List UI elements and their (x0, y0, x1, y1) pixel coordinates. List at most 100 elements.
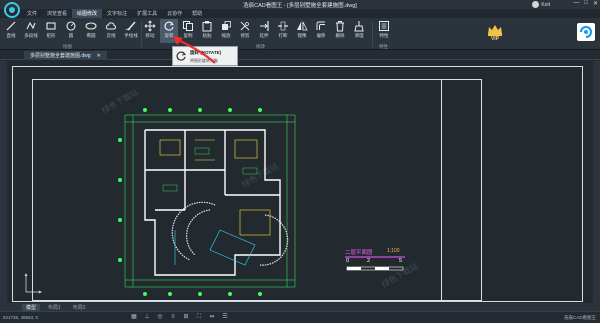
circle-icon (66, 21, 76, 31)
layout-tabs: 模型 布局1 布局2 (0, 303, 600, 311)
purge-icon (354, 21, 364, 32)
polyline-label: 多段线 (24, 33, 38, 38)
extend-tool-button[interactable]: 延伸 (255, 19, 273, 43)
trim-tool-button[interactable]: 修剪 (236, 19, 254, 43)
minimize-button[interactable]: — (573, 0, 579, 7)
plan-scale: 1:100 (387, 248, 400, 254)
rotate-tool-button[interactable]: 旋转 (160, 19, 178, 43)
ortho-icon[interactable]: ⊥ (143, 314, 151, 321)
tab-view[interactable]: 浏览查看 (42, 9, 72, 18)
rotate-icon (176, 51, 186, 61)
cloud-label: 云线 (106, 33, 116, 38)
fullscreen-icon[interactable]: ⛶ (195, 314, 203, 321)
lineweight-icon[interactable]: ≡ (169, 314, 177, 321)
maximize-button[interactable]: □ (584, 0, 588, 7)
app-logo-icon[interactable] (3, 1, 21, 19)
scale-tick: 0 (346, 258, 350, 264)
tab-help[interactable]: 帮助 (187, 9, 207, 18)
rotate-tooltip: 旋转 (ROTATE) 将图形旋转对象 (172, 46, 238, 66)
close-icon[interactable]: ✕ (97, 53, 101, 59)
user-account[interactable]: Keit (532, 0, 550, 9)
walls (144, 129, 281, 276)
extend-icon (260, 21, 269, 31)
extend-label: 延伸 (259, 33, 269, 38)
right-panel-strip (593, 61, 600, 303)
yellow-walls (159, 139, 271, 236)
circle-label: 圆 (68, 33, 74, 38)
tab-draw-modify[interactable]: 绘图修改 (72, 9, 103, 18)
close-button[interactable]: ✕ (593, 0, 598, 7)
title-bar: 浩辰CAD看图王 - [多层别墅施全套建施图.dwg] Keit — □ ✕ (0, 0, 600, 9)
move-label: 移动 (145, 33, 155, 38)
delete-icon (336, 21, 344, 32)
object-snap-icon[interactable]: ◎ (156, 314, 164, 321)
tab-file[interactable]: 文件 (22, 9, 42, 18)
delete-tool-button[interactable]: 删除 (331, 19, 349, 43)
rectangle-label: 矩形 (46, 33, 56, 38)
scale-tick: 5 (399, 258, 403, 264)
copy-tool-button[interactable]: 复制 (179, 19, 197, 43)
floor-plan-drawing (118, 108, 296, 296)
tab-text-annotate[interactable]: 文字标注 (102, 9, 132, 18)
mirror-tool-button[interactable]: 镜像 (293, 19, 311, 43)
snap-grid-icon[interactable]: ▦ (130, 314, 138, 321)
status-toggles: ▦ ⊥ ◎ ≡ ⊞ ⛶ ⇹ ☰ (130, 314, 229, 321)
polyline-tool-button[interactable]: 多段线 (22, 19, 40, 43)
offset-tool-button[interactable]: 偏移 (312, 19, 330, 43)
copy-icon (183, 21, 193, 31)
scale-tick: 2 (367, 258, 371, 264)
tooltip-title: 旋转 (ROTATE) (190, 50, 222, 55)
tab-model[interactable]: 模型 (22, 303, 41, 311)
vip-button[interactable]: VIP (483, 22, 507, 48)
tab-extend-tools[interactable]: 扩展工具 (132, 9, 162, 18)
rotate-label: 旋转 (164, 33, 174, 38)
rectangle-tool-button[interactable]: 矩形 (42, 19, 60, 43)
document-tab[interactable]: 多层别墅施全套建施图.dwg ✕ (24, 51, 107, 60)
circle-tool-button[interactable]: 圆 (62, 19, 80, 43)
copy-label: 复制 (183, 33, 193, 38)
line-tool-button[interactable]: 直线 (2, 19, 20, 43)
offset-label: 偏移 (316, 33, 326, 38)
rectangle-icon (46, 22, 56, 30)
tab-layout2[interactable]: 布局2 (69, 304, 90, 311)
move-icon (144, 20, 156, 32)
mirror-label: 镜像 (297, 33, 307, 38)
cloud-icon (105, 22, 117, 30)
scale-tool-button[interactable]: 缩放 (217, 19, 235, 43)
properties-tool-button[interactable]: 特性 (375, 19, 393, 43)
tab-layout1[interactable]: 布局1 (44, 304, 65, 311)
break-tool-button[interactable]: 打断 (274, 19, 292, 43)
ellipse-label: 椭圆 (86, 33, 96, 38)
ribbon-divider (372, 21, 373, 47)
ellipse-tool-button[interactable]: 椭圆 (82, 19, 100, 43)
trim-label: 修剪 (240, 33, 250, 38)
vip-label: VIP (490, 36, 500, 42)
avatar (532, 1, 540, 8)
measure-icon[interactable]: ⇹ (208, 314, 216, 321)
purge-tool-button[interactable]: 清理 (350, 19, 368, 43)
scale-icon (222, 21, 231, 30)
document-tabbar: 多层别墅施全套建施图.dwg ✕ (0, 50, 600, 60)
ucs-axis-icon (24, 273, 42, 294)
line-label: 直线 (6, 33, 16, 38)
freehand-tool-button[interactable]: 手绘线 (122, 19, 140, 43)
crown-icon (488, 25, 502, 36)
tab-cloud[interactable]: 云协作 (162, 9, 187, 18)
status-bar: 621735, 48693, 0 ▦ ⊥ ◎ ≡ ⊞ ⛶ ⇹ ☰ 浩辰CAD看图… (0, 311, 600, 323)
plan-legend: 二层平面图 1:100 0 2 5 (345, 248, 410, 274)
tooltip-description: 将图形旋转对象 (190, 58, 218, 63)
zoom-extents-icon[interactable]: ⊞ (182, 314, 190, 321)
move-tool-button[interactable]: 移动 (141, 19, 159, 43)
layer-icon[interactable]: ☰ (221, 314, 229, 321)
paste-icon (202, 21, 212, 32)
trim-icon (240, 21, 250, 31)
scale-label: 缩放 (221, 33, 231, 38)
dimension-lines (124, 114, 296, 288)
axis-markers (118, 108, 262, 296)
freehand-icon (125, 21, 136, 31)
paste-tool-button[interactable]: 粘贴 (198, 19, 216, 43)
paste-label: 粘贴 (202, 33, 212, 38)
document-tab-label: 多层别墅施全套建施图.dwg (30, 53, 91, 59)
left-panel-strip (0, 61, 7, 303)
cloud-tool-button[interactable]: 云线 (102, 19, 120, 43)
